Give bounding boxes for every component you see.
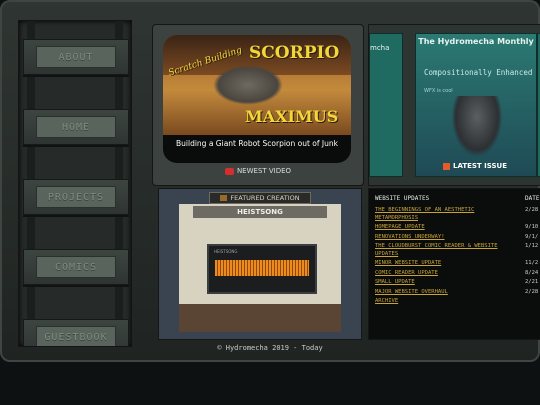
comic-cover-prev-title: mcha <box>370 44 390 52</box>
nav-item-label: HOME <box>61 121 91 133</box>
updates-header: WEBSITE UPDATES <box>375 195 430 202</box>
update-date: 9/1/ <box>525 233 539 240</box>
update-date: 2/21 <box>525 279 539 285</box>
update-link[interactable]: RENOVATIONS UNDERWAY! <box>375 234 499 242</box>
newest-video-label: NEWEST VIDEO <box>153 167 363 175</box>
update-date: 9/10 <box>525 224 539 230</box>
update-link[interactable]: SMALL UPDATE <box>375 279 499 287</box>
update-row: THE CLOUDBURST COMIC READER & WEBSITE UP… <box>375 243 540 258</box>
archive-link[interactable]: ARCHIVE <box>375 298 499 306</box>
nav-guestbook-button[interactable]: GUESTBOOK <box>23 319 129 346</box>
art-title-maximus: MAXIMUS <box>245 107 339 126</box>
update-link[interactable]: MAJOR WEBSITE OVERHAUL <box>375 289 499 297</box>
update-date: 11/2 <box>525 260 539 266</box>
update-row: ARCHIVE <box>375 298 540 306</box>
comic-title: The Hydromecha Monthly <box>418 37 534 46</box>
nav-about-button[interactable]: ABOUT <box>23 39 129 75</box>
robot-scorpion-image <box>213 65 283 105</box>
video-artwork: SCORPIO Scratch Building MAXIMUS <box>163 35 351 135</box>
update-date: 1/12 <box>525 243 539 249</box>
comic-cover-prev[interactable]: mcha <box>369 33 403 177</box>
play-icon <box>224 167 234 175</box>
update-row: MINOR WEBSITE UPDATE 11/2 <box>375 260 540 268</box>
update-row: COMIC READER UPDATE 8/24 <box>375 270 540 278</box>
update-link[interactable]: THE BEGINNINGS OF AN AESTHETIC METAMORPH… <box>375 207 499 222</box>
nav-item-label: PROJECTS <box>47 191 105 203</box>
issue-icon <box>443 162 450 170</box>
video-caption: Building a Giant Robot Scorpion out of J… <box>176 139 338 148</box>
featured-creation-label: FEATURED CREATION <box>209 192 311 204</box>
robot-figure-image <box>452 96 502 156</box>
featured-icon <box>220 195 228 201</box>
art-title-scorpio: SCORPIO <box>249 43 340 63</box>
audio-player[interactable]: HEISTSONG <box>207 244 317 294</box>
update-row: MAJOR WEBSITE OVERHAUL 2/28 <box>375 289 540 297</box>
update-date: 8/24 <box>525 269 539 276</box>
comic-tagline: WFX is cool <box>424 88 453 94</box>
update-row: HOMEPAGE UPDATE 9/10 <box>375 224 540 232</box>
nav-item-label: GUESTBOOK <box>44 331 108 343</box>
update-row: SMALL UPDATE 2/21 <box>375 279 540 287</box>
update-date: 2/28 <box>525 288 539 295</box>
waveform[interactable] <box>215 260 309 276</box>
latest-issue-label: LATEST ISSUE <box>415 162 535 170</box>
nav-item-label: COMICS <box>54 261 98 273</box>
comic-cover-current[interactable]: The Hydromecha Monthly Compositionally E… <box>415 33 537 177</box>
update-link[interactable]: HOMEPAGE UPDATE <box>375 224 499 232</box>
sidebar-nav: ABOUT HOME PROJECTS COMICS GUESTBOOK <box>18 20 132 347</box>
update-row: RENOVATIONS UNDERWAY! 9/1/ <box>375 234 540 242</box>
update-date: 2/28 <box>525 207 539 213</box>
updates-list: THE BEGINNINGS OF AN AESTHETIC METAMORPH… <box>375 207 540 308</box>
update-link[interactable]: THE CLOUDBURST COMIC READER & WEBSITE UP… <box>375 243 499 258</box>
latest-issue-panel: mcha The Hydromecha Monthly Compositiona… <box>368 24 540 186</box>
nav-item-label: ABOUT <box>58 51 94 63</box>
player-title: HEISTSONG <box>214 249 238 254</box>
update-link[interactable]: COMIC READER UPDATE <box>375 270 499 278</box>
featured-creation-panel: FEATURED CREATION HEISTSONG HEISTSONG <box>158 188 362 340</box>
newest-video-panel: SCORPIO Scratch Building MAXIMUS Buildin… <box>152 24 364 186</box>
nav-projects-button[interactable]: PROJECTS <box>23 179 129 215</box>
footer-copyright: © Hydromecha 2019 - Today <box>217 344 323 352</box>
update-link[interactable]: MINOR WEBSITE UPDATE <box>375 260 499 268</box>
website-updates-panel: WEBSITE UPDATES DATE THE BEGINNINGS OF A… <box>368 188 540 340</box>
nav-home-button[interactable]: HOME <box>23 109 129 145</box>
featured-title: HEISTSONG <box>193 206 327 218</box>
nav-comics-button[interactable]: COMICS <box>23 249 129 285</box>
update-row: THE BEGINNINGS OF AN AESTHETIC METAMORPH… <box>375 207 540 222</box>
updates-date-header: DATE <box>525 195 540 202</box>
comic-subtitle: Compositionally Enhanced <box>424 68 533 77</box>
featured-display: HEISTSONG HEISTSONG <box>179 204 341 332</box>
video-thumbnail[interactable]: SCORPIO Scratch Building MAXIMUS Buildin… <box>163 35 351 163</box>
